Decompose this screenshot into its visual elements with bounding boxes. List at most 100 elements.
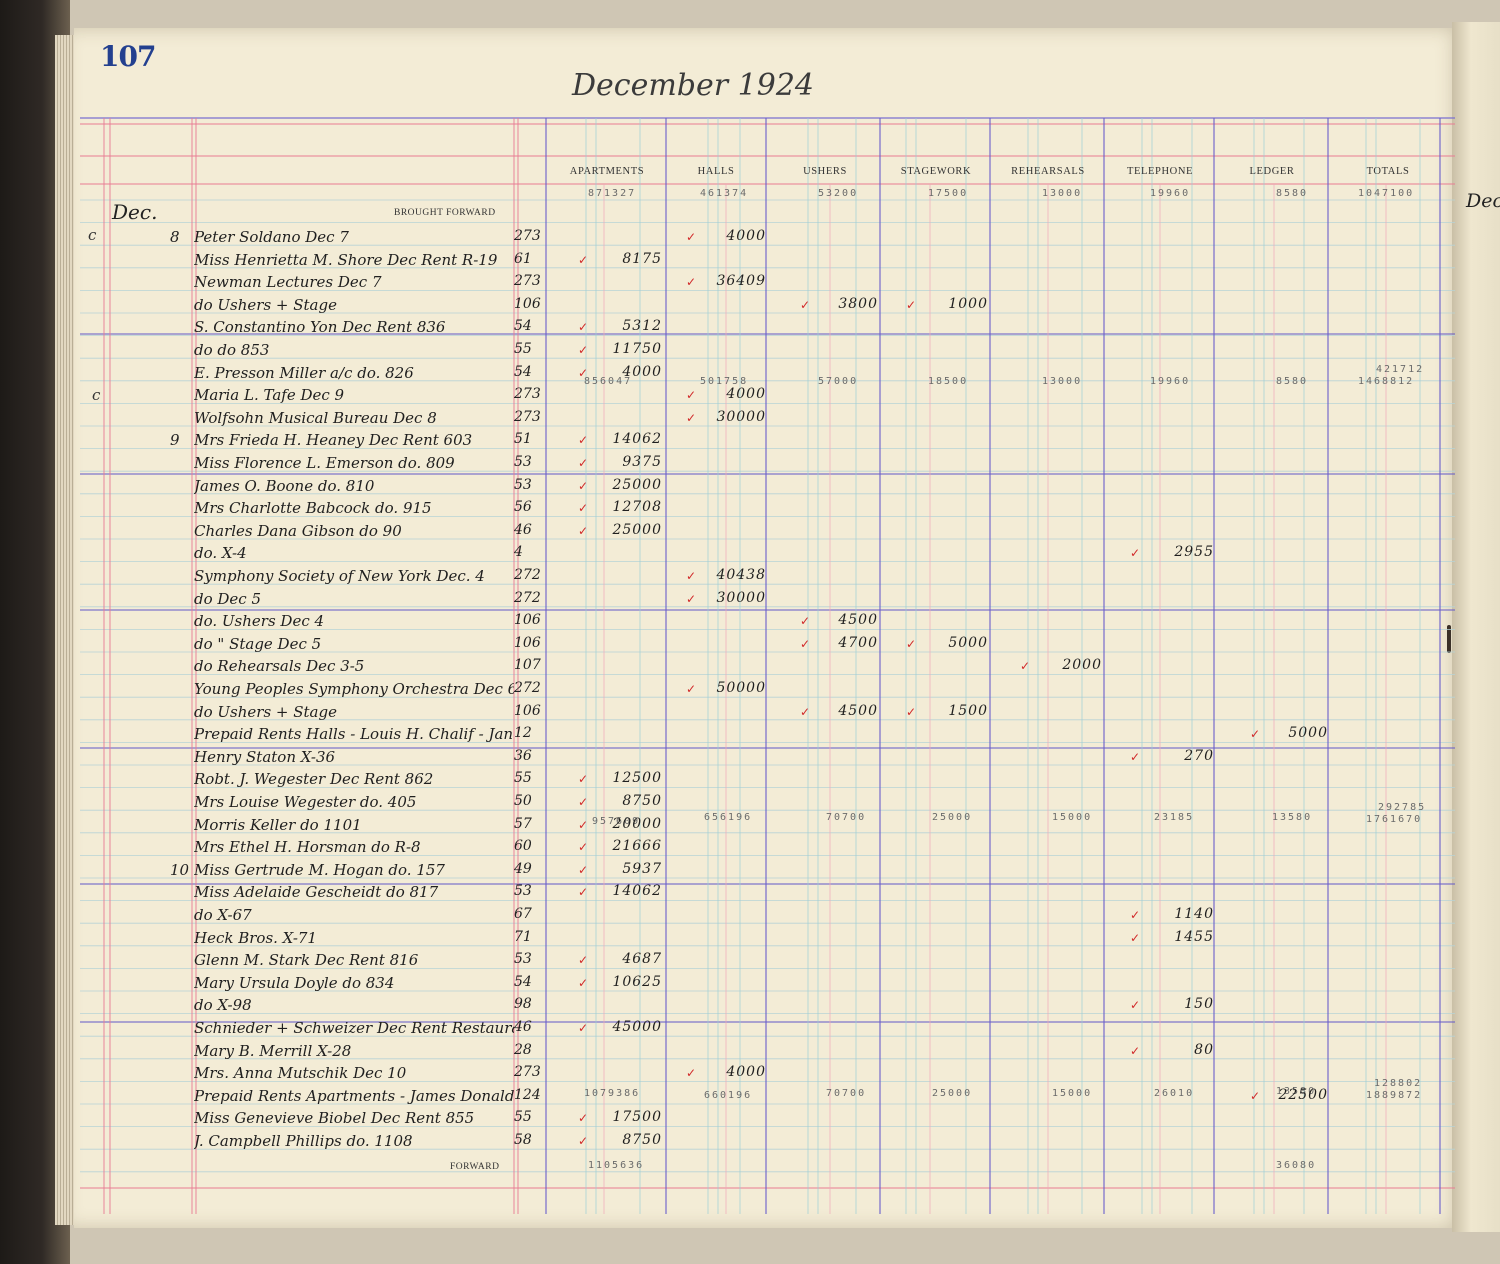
entry-folio: 273 [514, 273, 541, 290]
table-row: E. Presson Miller a/c do. 826 54 ✓ 4000 [0, 364, 1440, 386]
amount-apartments: 4687 [622, 951, 662, 968]
amount-halls: 40438 [716, 567, 766, 583]
entry-folio: 60 [514, 838, 532, 855]
brought-forward-label: BROUGHT FORWARD [394, 208, 496, 218]
entry-folio: 53 [514, 476, 532, 493]
amount-halls: 50000 [716, 680, 766, 696]
posting-tick-mark: ✓ [800, 297, 811, 312]
amount-apartments: 14062 [612, 883, 662, 900]
table-row: do X-67 67 ✓ 1140 [0, 906, 1440, 928]
table-row: do Ushers + Stage 106 ✓ 3800 ✓ 1000 [0, 296, 1440, 318]
amount-apartments: 14062 [612, 431, 662, 448]
entry-folio: 272 [514, 589, 541, 606]
table-row: Maria L. Tafe Dec 9 273 ✓ 4000 [0, 386, 1440, 408]
posting-tick-mark: ✓ [1130, 749, 1141, 764]
table-row: do " Stage Dec 5 106 ✓ 4700 ✓ 5000 [0, 635, 1440, 657]
table-row: 8 Peter Soldano Dec 7 273 ✓ 4000 [0, 228, 1440, 250]
posting-tick-mark: ✓ [578, 1134, 589, 1148]
amount-apartments: 25000 [612, 476, 662, 493]
column-header-halls: HALLS [697, 166, 735, 177]
table-row: Miss Florence L. Emerson do. 809 53 ✓ 9375 [0, 454, 1440, 476]
posting-tick-mark: ✓ [1130, 998, 1141, 1013]
forward-label: FORWARD [450, 1162, 500, 1172]
amount-ushers: 4700 [838, 634, 878, 651]
entry-description: Mrs Frieda H. Heaney Dec Rent 603 [194, 431, 473, 450]
amount-halls: 36409 [716, 273, 766, 290]
entry-folio: 61 [514, 250, 532, 267]
column-header-telephone: TELEPHONE [1126, 166, 1194, 177]
entry-folio: 106 [514, 634, 541, 651]
amount-apartments: 8175 [622, 250, 662, 267]
entry-folio: 46 [514, 1019, 532, 1035]
entry-description: E. Presson Miller a/c do. 826 [194, 363, 414, 382]
bf-totals: 1047100 [1358, 188, 1415, 199]
month-abbrev-facing-page: Dec [1466, 190, 1500, 212]
posting-tick-mark: ✓ [686, 275, 697, 290]
entry-folio: 124 [514, 1086, 541, 1103]
entry-description: Robt. J. Wegester Dec Rent 862 [194, 770, 434, 789]
entry-description: Henry Staton X-36 [194, 747, 336, 766]
entry-description: Mary B. Merrill X-28 [194, 1041, 352, 1060]
posting-tick-mark: ✓ [686, 1066, 697, 1081]
bf-ledger: 8580 [1276, 188, 1309, 199]
posting-tick-mark: ✓ [686, 230, 697, 244]
entry-day: 8 [170, 228, 180, 246]
amount-rehearsals: 2000 [1062, 657, 1102, 674]
table-row: Wolfsohn Musical Bureau Dec 8 273 ✓ 30000 [0, 409, 1440, 431]
posting-tick-mark: ✓ [578, 772, 589, 787]
table-row: Symphony Society of New York Dec. 4 272 ✓ 4… [0, 567, 1440, 589]
entry-folio: 53 [514, 951, 532, 968]
table-row: Schnieder + Schweizer Dec Rent Restauran… [0, 1019, 1440, 1041]
entry-description: Peter Soldano Dec 7 [194, 228, 349, 246]
entry-folio: 56 [514, 499, 532, 516]
posting-tick-mark: ✓ [578, 1021, 589, 1035]
entry-description: do. Ushers Dec 4 [194, 612, 325, 631]
entry-description: Mrs. Anna Mutschik Dec 10 [194, 1064, 407, 1083]
amount-halls: 30000 [716, 408, 766, 425]
forward-apartments: 1105636 [588, 1160, 645, 1171]
amount-ledger: 5000 [1288, 725, 1328, 742]
amount-apartments: 21666 [612, 838, 662, 855]
entry-description: Mrs Louise Wegester do. 405 [194, 793, 417, 811]
entry-folio: 272 [514, 567, 541, 583]
amount-halls: 4000 [726, 228, 766, 244]
entry-description: Young Peoples Symphony Orchestra Dec 6. [194, 680, 514, 698]
entry-day: 9 [170, 431, 180, 450]
amount-apartments: 11750 [612, 341, 662, 357]
posting-tick-mark: ✓ [578, 975, 589, 990]
posting-tick-mark: ✓ [906, 704, 917, 719]
posting-tick-mark: ✓ [578, 320, 589, 335]
table-row: Prepaid Rents Apartments - James Donald … [0, 1087, 1440, 1109]
entry-folio: 55 [514, 770, 532, 787]
table-row: Heck Bros. X-71 71 ✓ 1455 [0, 929, 1440, 951]
amount-ushers: 3800 [838, 295, 878, 312]
amount-apartments: 17500 [612, 1109, 662, 1126]
entry-description: Schnieder + Schweizer Dec Rent Restauran… [194, 1019, 514, 1037]
entry-folio: 273 [514, 408, 541, 425]
posting-tick-mark: ✓ [578, 456, 589, 470]
posting-tick-mark: ✓ [1130, 546, 1141, 561]
entry-folio: 107 [514, 657, 541, 674]
amount-telephone: 80 [1194, 1041, 1214, 1058]
column-header-ledger: LEDGER [1249, 166, 1295, 177]
amount-ledger: 22500 [1278, 1086, 1328, 1103]
table-row: do. X-4 4 ✓ 2955 [0, 544, 1440, 566]
entry-description: do X-98 [194, 996, 252, 1015]
entry-folio: 273 [514, 1064, 541, 1081]
entry-day: 10 [170, 860, 190, 879]
table-row: Miss Genevieve Biobel Dec Rent 855 55 ✓ 175… [0, 1109, 1440, 1131]
entry-folio: 55 [514, 1109, 532, 1126]
entry-description: do " Stage Dec 5 [194, 634, 322, 653]
table-row: Henry Staton X-36 36 ✓ 270 [0, 748, 1440, 770]
posting-tick-mark: ✓ [1130, 930, 1141, 945]
bf-stagework: 17500 [928, 188, 969, 199]
amount-apartments: 45000 [612, 1019, 662, 1035]
table-row: Young Peoples Symphony Orchestra Dec 6. 2… [0, 680, 1440, 702]
posting-tick-mark: ✓ [578, 795, 589, 809]
posting-tick-mark: ✓ [686, 682, 697, 696]
amount-telephone: 1455 [1174, 928, 1214, 945]
entry-description: Charles Dana Gibson do 90 [194, 521, 402, 540]
posting-tick-mark: ✓ [1250, 1088, 1261, 1103]
table-row: Mrs Louise Wegester do. 405 50 ✓ 8750 [0, 793, 1440, 815]
posting-tick-mark: ✓ [800, 636, 811, 651]
